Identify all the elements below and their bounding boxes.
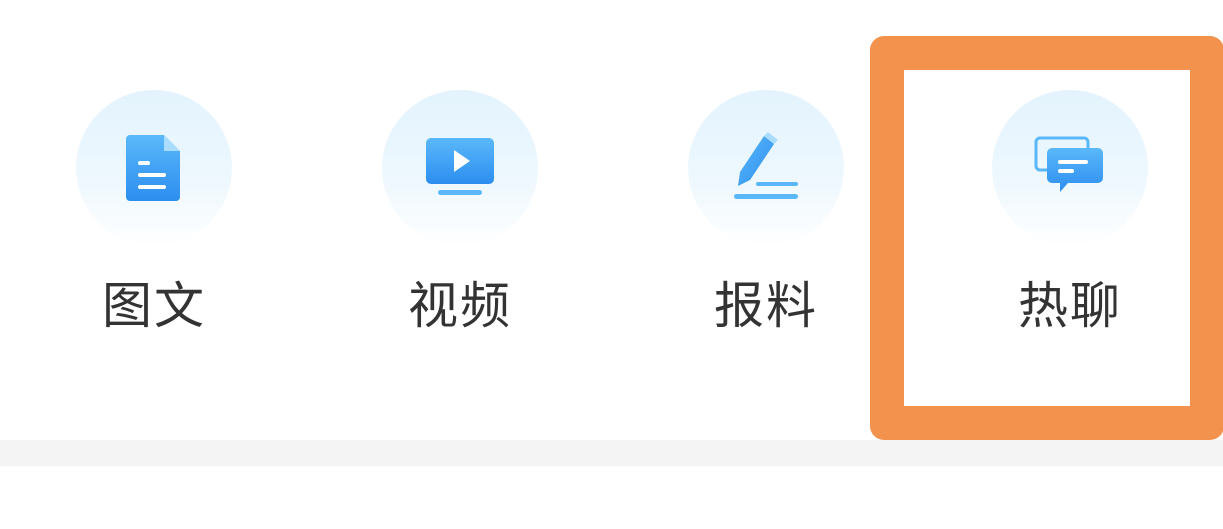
- action-report[interactable]: 报料: [656, 90, 876, 350]
- action-image-text-label: 图文: [102, 277, 206, 335]
- action-report-circle: [688, 90, 844, 246]
- publish-sheet: 图文 视频 报料 热聊: [0, 0, 1223, 440]
- document-icon: [126, 135, 180, 201]
- action-hot-chat-label: 热聊: [1018, 277, 1122, 335]
- action-hot-chat[interactable]: 热聊: [960, 90, 1180, 350]
- action-image-text[interactable]: 图文: [44, 90, 264, 350]
- section-divider: [0, 440, 1223, 466]
- action-video-circle: [382, 90, 538, 246]
- chat-bubbles-icon: [1034, 136, 1103, 192]
- action-image-text-circle: [76, 90, 232, 246]
- action-hot-chat-circle: [992, 90, 1148, 246]
- below-area: [0, 466, 1223, 529]
- pencil-icon: [734, 132, 798, 199]
- action-video-label: 视频: [408, 277, 512, 335]
- video-play-icon: [426, 138, 494, 195]
- action-video[interactable]: 视频: [350, 90, 570, 350]
- action-report-label: 报料: [714, 277, 818, 335]
